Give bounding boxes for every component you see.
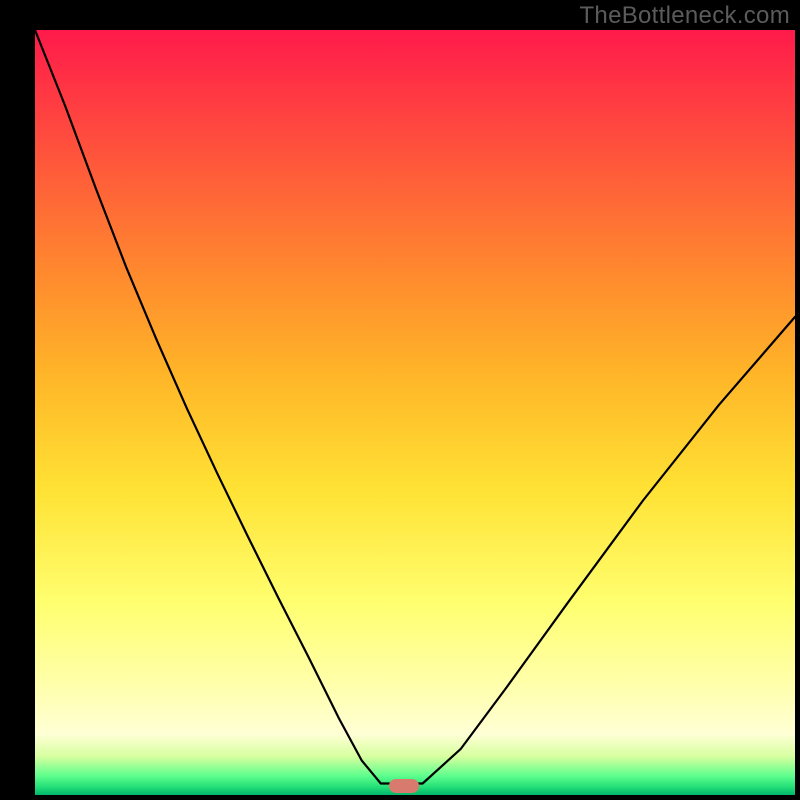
plot-area — [35, 30, 795, 795]
watermark-text: TheBottleneck.com — [579, 2, 790, 30]
bottleneck-curve — [35, 30, 795, 795]
frame: TheBottleneck.com — [0, 0, 800, 800]
bottleneck-marker — [389, 779, 419, 793]
